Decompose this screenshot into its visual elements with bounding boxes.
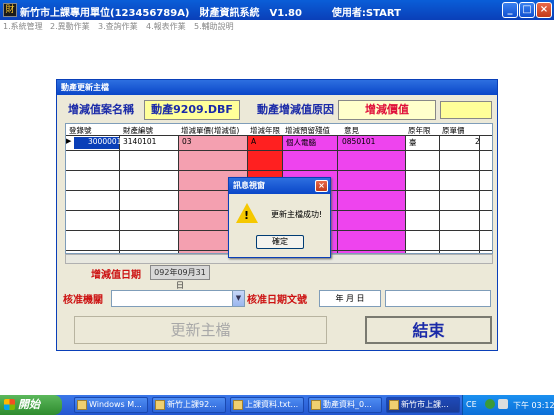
maximize-button[interactable]: □ [519, 2, 535, 18]
case-name-label: 增減值案名稱 [68, 103, 134, 116]
message-box: 訊息視窗 × ! 更新主檔成功! 確定 [228, 177, 331, 258]
end-button[interactable]: 結束 [365, 316, 492, 344]
taskbar-item-label: Windows M... [89, 400, 142, 409]
approval-agency-select[interactable]: ▼ [111, 290, 245, 307]
approval-date-field[interactable]: 年 月 日 [319, 290, 381, 307]
reason-label: 動產增減值原因 [257, 103, 334, 116]
window-title: 新竹市上課專用單位(123456789A) 財產資訊系統 V1.80 使用者:S… [20, 8, 401, 19]
grid-cell[interactable]: 3000001 [88, 137, 121, 146]
grid-header-cell: 原年限 [408, 126, 431, 135]
grid-cell[interactable]: 臺 [409, 137, 417, 148]
app-icon [389, 400, 399, 410]
taskbar-item[interactable]: 新竹上課92... [152, 397, 226, 413]
menu-system[interactable]: 1.系統管理 [3, 21, 43, 32]
taskbar-item-label: 新竹市上課... [401, 400, 449, 409]
menu-change[interactable]: 2.異動作業 [50, 21, 90, 32]
row-marker: ▶ [66, 137, 72, 145]
grid-cell[interactable]: 03 [182, 137, 192, 146]
grid-cell[interactable]: 個人電腦 [286, 137, 316, 148]
grid-header-cell: 增減年限 [250, 126, 280, 135]
grid-header-cell: 原單價 [442, 126, 465, 135]
menu-help[interactable]: 5.輔助說明 [194, 21, 234, 32]
message-text: 更新主檔成功! [271, 210, 323, 219]
warning-icon-mark: ! [244, 209, 250, 222]
ok-button[interactable]: 確定 [256, 235, 304, 249]
close-button[interactable]: × [536, 2, 552, 18]
taskbar-item-label: 動產資料_0... [323, 400, 372, 409]
taskbar-item-label: 新竹上課92... [167, 400, 217, 409]
grid-col-orig-price [440, 124, 480, 253]
dialog-title: 動產更新主檔 [57, 80, 497, 95]
grid-header-cell: 增減單價(增減值) [181, 126, 240, 135]
taskbar: 開始 Windows M... 新竹上課92... 上課資料.txt... 動產… [0, 395, 554, 415]
minimize-button[interactable]: _ [502, 2, 518, 18]
approval-agency-label: 核准機關 [63, 295, 103, 306]
grid-cell[interactable]: 2 [475, 137, 480, 146]
document-icon [233, 400, 243, 410]
taskbar-item[interactable]: 上課資料.txt... [230, 397, 304, 413]
menu-bar: 1.系統管理 2.異動作業 3.查詢作業 4.報表作業 5.輔助說明 [0, 20, 554, 32]
taskbar-item-active[interactable]: 新竹市上課... [386, 397, 460, 413]
grid-cell[interactable]: A [251, 137, 256, 146]
grid-header-cell: 財產編號 [123, 126, 153, 135]
update-master-button[interactable]: 更新主檔 [74, 316, 327, 344]
grid-cell[interactable]: 3140101 [123, 137, 156, 146]
approval-doc-no-field[interactable] [385, 290, 491, 307]
message-close-button[interactable]: × [315, 180, 328, 192]
volume-icon[interactable] [498, 399, 508, 409]
date-field[interactable]: 092年09月31日 [150, 265, 210, 290]
clock: 下午 03:12 [513, 401, 554, 410]
windows-logo-icon [4, 399, 15, 410]
grid-header-cell: 增減預留殘值 [285, 126, 330, 135]
grid-header: 登錄號 財產編號 增減單價(增減值) 增減年限 增減預留殘值 意見 原年限 原單… [66, 124, 492, 136]
reason-extra-field[interactable] [440, 101, 492, 119]
taskbar-item[interactable]: 動產資料_0... [308, 397, 382, 413]
approval-doc-label: 核准日期文號 [247, 295, 307, 306]
grid-row-line [66, 150, 492, 151]
chevron-down-icon[interactable]: ▼ [232, 291, 244, 306]
start-label: 開始 [18, 398, 40, 411]
grid-header-cell: 意見 [344, 126, 359, 135]
app-icon: 財 [3, 3, 17, 17]
app-icon [77, 400, 87, 410]
system-tray: CE 下午 03:12 [462, 395, 554, 415]
language-indicator[interactable]: CE [466, 400, 477, 409]
date-label: 增減值日期 [91, 270, 141, 281]
menu-report[interactable]: 4.報表作業 [146, 21, 186, 32]
app-title-bar: 財 新竹市上課專用單位(123456789A) 財產資訊系統 V1.80 使用者… [0, 0, 554, 20]
network-icon[interactable] [485, 399, 495, 409]
reason-field[interactable]: 增減價值 [338, 100, 436, 120]
document-icon [311, 400, 321, 410]
folder-icon [155, 400, 165, 410]
grid-cell[interactable]: 0850101 [342, 137, 375, 146]
case-name-field[interactable]: 動產9209.DBF [144, 100, 240, 120]
taskbar-item[interactable]: Windows M... [74, 397, 148, 413]
grid-header-cell: 登錄號 [69, 126, 92, 135]
taskbar-item-label: 上課資料.txt... [245, 400, 299, 409]
menu-query[interactable]: 3.查詢作業 [98, 21, 138, 32]
start-button[interactable]: 開始 [0, 395, 62, 415]
grid-row-line [66, 170, 492, 171]
